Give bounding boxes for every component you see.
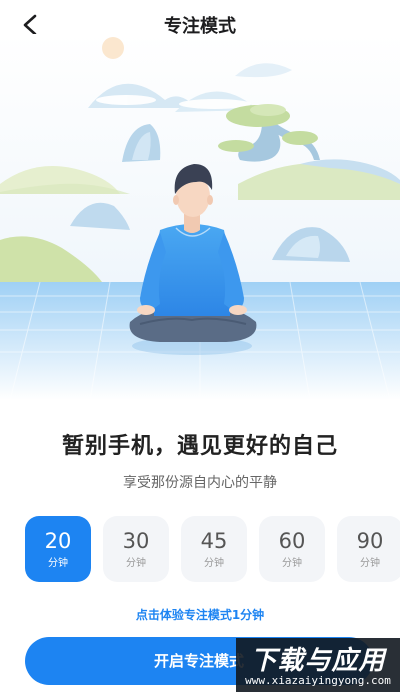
duration-unit: 分钟 (204, 558, 224, 569)
duration-option-45[interactable]: 45 分钟 (181, 516, 247, 582)
duration-value: 90 (356, 529, 384, 553)
duration-value: 45 (200, 529, 228, 553)
duration-unit: 分钟 (48, 558, 68, 569)
duration-value: 30 (122, 529, 150, 553)
subline: 享受那份源自内心的平静 (123, 475, 277, 491)
duration-unit: 分钟 (360, 558, 380, 569)
trial-link[interactable]: 点击体验专注模式1分钟 (0, 606, 400, 623)
duration-unit: 分钟 (126, 558, 146, 569)
watermark: 下载与应用 www.xiazaiyingyong.com (236, 638, 400, 692)
duration-value: 60 (278, 529, 306, 553)
focus-mode-page: 专注模式 暂别手机，遇见更好的自己 享受那份源自内心的平静 20 分钟 30 分… (0, 0, 400, 692)
headline: 暂别手机，遇见更好的自己 (61, 434, 338, 459)
duration-options: 20 分钟 30 分钟 45 分钟 60 分钟 90 分钟 (25, 516, 400, 582)
duration-option-30[interactable]: 30 分钟 (103, 516, 169, 582)
duration-option-20[interactable]: 20 分钟 (25, 516, 91, 582)
duration-value: 20 (44, 529, 72, 553)
duration-option-60[interactable]: 60 分钟 (259, 516, 325, 582)
duration-option-90[interactable]: 90 分钟 (337, 516, 400, 582)
meditation-illustration (0, 34, 400, 400)
watermark-url: www.xiazaiyingyong.com (245, 674, 391, 687)
duration-unit: 分钟 (282, 558, 302, 569)
watermark-title: 下载与应用 (250, 646, 386, 676)
